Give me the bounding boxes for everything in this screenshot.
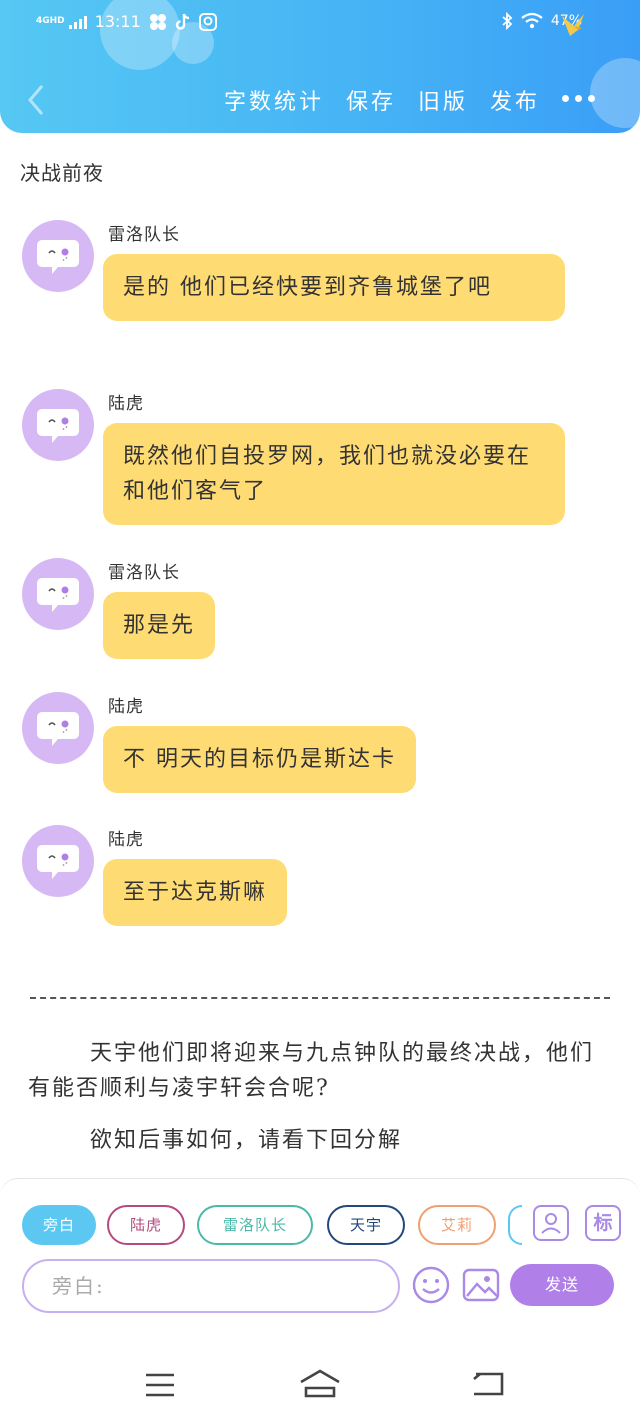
- role-chip-overflow[interactable]: [508, 1205, 522, 1245]
- role-chip-narrator[interactable]: 旁白: [22, 1205, 96, 1245]
- word-count-button[interactable]: 字数统计: [224, 84, 324, 116]
- avatar[interactable]: [22, 389, 94, 461]
- avatar[interactable]: [22, 220, 94, 292]
- chat-bubble-icon: [37, 712, 79, 746]
- old-version-button[interactable]: 旧版: [418, 84, 468, 116]
- narration-text: 天宇他们即将迎来与九点钟队的最终决战，他们有能否顺利与凌宇轩会合呢?: [28, 1041, 595, 1101]
- back-icon[interactable]: [470, 1370, 506, 1398]
- emoji-icon[interactable]: [411, 1265, 451, 1305]
- speaker-name: 陆虎: [108, 830, 144, 850]
- avatar[interactable]: [22, 825, 94, 897]
- message-bubble[interactable]: 既然他们自投罗网，我们也就没必要在和他们客气了: [103, 423, 565, 525]
- message-bubble[interactable]: 不 明天的目标仍是斯达卡: [103, 726, 416, 793]
- image-icon[interactable]: [461, 1265, 501, 1305]
- chat-bubble-icon: [37, 240, 79, 274]
- hummingbird-icon: [562, 14, 584, 36]
- home-icon[interactable]: [298, 1368, 342, 1400]
- chat-bubble-icon: [37, 409, 79, 443]
- bluetooth-icon: [502, 12, 513, 30]
- avatar[interactable]: [22, 692, 94, 764]
- menu-icon[interactable]: [144, 1372, 176, 1398]
- narration-paragraph[interactable]: 欲知后事如何，请看下回分解: [28, 1123, 598, 1158]
- status-time: 13:11: [94, 12, 141, 31]
- publish-button[interactable]: 发布: [490, 84, 540, 116]
- signal-icon: [68, 15, 87, 29]
- role-chip-tianyu[interactable]: 天宇: [327, 1205, 405, 1245]
- story-title: 决战前夜: [20, 161, 104, 185]
- section-divider: [30, 997, 610, 999]
- app-notification-icon: [198, 12, 217, 31]
- back-arrow-icon[interactable]: [24, 82, 48, 118]
- speaker-name: 雷洛队长: [108, 225, 180, 245]
- network-indicator: 4GHD: [36, 16, 65, 26]
- label-button[interactable]: 标: [585, 1205, 621, 1241]
- role-chip-luhu[interactable]: 陆虎: [107, 1205, 185, 1245]
- wifi-icon: [521, 12, 543, 29]
- message-input[interactable]: 旁白:: [22, 1259, 400, 1313]
- toolbar: 字数统计 保存 旧版 发布: [224, 84, 540, 116]
- app-header: 4GHD 13:11 47% 字数统计 保存 旧版 发布: [0, 0, 640, 133]
- person-card-icon: [541, 1213, 561, 1234]
- role-chip-aili[interactable]: 艾莉: [418, 1205, 496, 1245]
- save-button[interactable]: 保存: [346, 84, 396, 116]
- narration-text: 欲知后事如何，请看下回分解: [90, 1128, 403, 1153]
- avatar[interactable]: [22, 558, 94, 630]
- message-bubble[interactable]: 至于达克斯嘛: [103, 859, 288, 926]
- more-options-icon[interactable]: [562, 95, 595, 102]
- role-chip-leiluo[interactable]: 雷洛队长: [197, 1205, 313, 1245]
- narration-paragraph[interactable]: 天宇他们即将迎来与九点钟队的最终决战，他们有能否顺利与凌宇轩会合呢?: [28, 1036, 598, 1106]
- message-composer: 旁白 陆虎 雷洛队长 天宇 艾莉 标 旁白: 发送: [0, 1178, 640, 1348]
- message-bubble[interactable]: 是的 他们已经快要到齐鲁城堡了吧: [103, 254, 565, 321]
- message-bubble[interactable]: 那是先: [103, 592, 216, 659]
- speaker-name: 雷洛队长: [108, 563, 180, 583]
- speaker-name: 陆虎: [108, 697, 144, 717]
- chat-bubble-icon: [37, 578, 79, 612]
- tiktok-icon: [175, 13, 189, 30]
- chat-bubble-icon: [37, 845, 79, 879]
- pinwheel-icon: [149, 13, 166, 30]
- system-navigation-bar: [0, 1348, 640, 1422]
- status-bar: 4GHD 13:11 47%: [0, 8, 640, 40]
- character-manage-button[interactable]: [533, 1205, 569, 1241]
- speaker-name: 陆虎: [108, 394, 144, 414]
- send-button[interactable]: 发送: [510, 1264, 614, 1306]
